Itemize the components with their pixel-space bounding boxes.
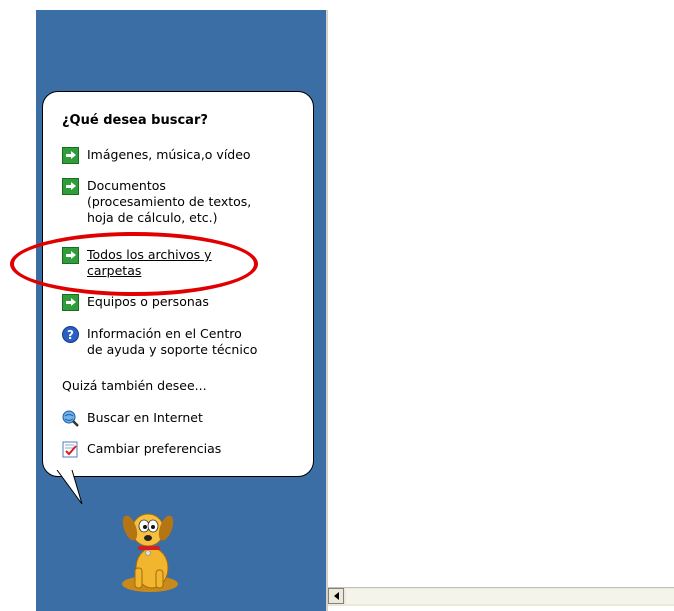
scroll-left-button[interactable] [328,588,344,604]
option-label: Buscar en Internet [87,410,203,425]
also-heading: Quizá también desee... [62,378,207,393]
option-label: Equipos o personas [87,294,209,309]
option-change-preferences[interactable]: Cambiar preferencias [62,441,221,458]
option-help-center[interactable]: ? Información en el Centro de ayuda y so… [62,326,257,358]
horizontal-scrollbar[interactable] [328,587,674,606]
option-computers-people[interactable]: Equipos o personas [62,294,209,311]
option-label: Información en el Centro de ayuda y sopo… [87,326,258,357]
green-arrow-icon [62,147,79,164]
search-dog-character[interactable] [100,498,200,598]
scroll-left-icon [333,592,339,600]
balloon-tail [56,470,83,505]
green-arrow-icon [62,178,79,195]
option-label: Imágenes, música,o vídeo [87,147,251,162]
search-heading: ¿Qué desea buscar? [62,113,208,128]
scroll-track[interactable] [346,589,674,604]
preferences-checklist-icon [62,441,78,458]
option-documents[interactable]: Documentos (procesamiento de textos, hoj… [62,178,251,226]
option-label: Documentos (procesamiento de textos, hoj… [87,178,252,225]
option-search-internet[interactable]: Buscar en Internet [62,410,203,427]
option-label: Cambiar preferencias [87,441,222,456]
green-arrow-icon [62,294,79,311]
internet-search-icon [62,410,79,427]
option-media[interactable]: Imágenes, música,o vídeo [62,147,251,164]
highlight-ring [10,232,258,296]
help-icon: ? [62,326,79,343]
pane-divider[interactable] [326,10,328,611]
